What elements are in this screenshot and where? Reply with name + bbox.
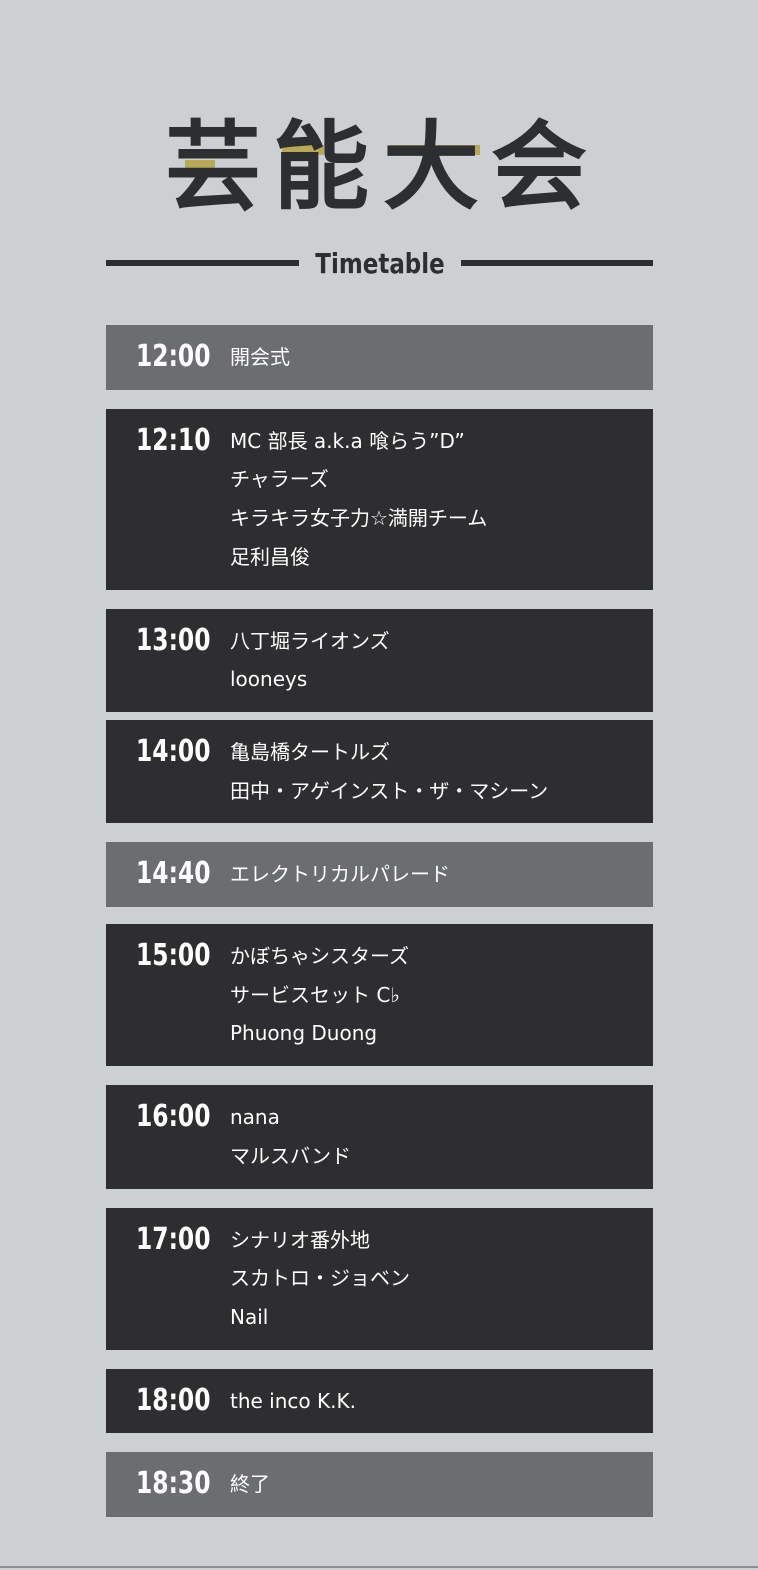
slot-time: 17:00 (136, 1221, 211, 1257)
bottom-divider (0, 1566, 758, 1568)
act-name: the inco K.K. (230, 1388, 356, 1413)
schedule-slot: 12:00 開会式 (106, 325, 653, 390)
slot-time: 18:00 (136, 1382, 211, 1418)
schedule-slot: 12:10 MC 部長 a.k.a 喰らう”D” チャラーズキラキラ女子力☆満開チー… (106, 408, 653, 590)
slot-time: 13:00 (136, 622, 211, 658)
act-list: nana マルスバンド (230, 1098, 653, 1175)
divider-left (106, 260, 299, 266)
act-name: 終了 (230, 1472, 270, 1497)
act-name: Nail (230, 1304, 269, 1329)
slot-time: 14:40 (136, 856, 211, 892)
schedule-slot: 17:00 シナリオ番外地スカトロ・ジョベン Nail (106, 1207, 653, 1350)
act-name: かぼちゃシスターズ (230, 944, 409, 969)
event-title: 芸 能 大 会 (0, 112, 758, 222)
act-name: 八丁堀ライオンズ (230, 628, 390, 653)
act-list: かぼちゃシスターズ サービスセット C♭ Phuong Duong (230, 937, 653, 1053)
act-name: シナリオ番外地 (230, 1227, 370, 1252)
act-name: MC 部長 a.k.a 喰らう”D” (230, 428, 465, 453)
slot-time: 12:10 (136, 422, 211, 458)
act-name: nana (230, 1105, 280, 1130)
act-name: エレクトリカルパレード (230, 862, 450, 887)
act-name: キラキラ女子力☆満開チーム (230, 506, 488, 531)
act-list: 終了 (230, 1465, 653, 1504)
act-name: Phuong Duong (230, 1021, 378, 1046)
slot-time: 15:00 (136, 938, 211, 974)
act-list: the inco K.K. (230, 1382, 653, 1421)
schedule-slot: 14:40 エレクトリカルパレード (106, 842, 653, 908)
act-name: looneys (230, 667, 308, 692)
title-char: 芸 (165, 110, 261, 223)
act-name: 足利昌俊 (230, 544, 310, 569)
title-char: 能 (273, 110, 369, 223)
act-list: エレクトリカルパレード (230, 855, 653, 894)
slot-time: 18:30 (136, 1466, 211, 1502)
slot-time: 14:00 (136, 733, 211, 769)
act-name: 亀島橋タートルズ (230, 739, 390, 764)
schedule-slot: 14:00 亀島橋タートルズ田中・アゲインスト・ザ・マシーン (106, 719, 653, 824)
act-list: 八丁堀ライオンズ looneys (230, 622, 653, 699)
schedule-slot: 13:00 八丁堀ライオンズ looneys (106, 608, 653, 712)
schedule-slot: 18:30 終了 (106, 1452, 653, 1518)
act-list: 開会式 (230, 338, 653, 377)
timetable: 12:00 開会式 12:10 MC 部長 a.k.a 喰らう”D” チャラーズキラキラ… (106, 325, 653, 1518)
slot-time: 16:00 (136, 1099, 211, 1135)
act-name: サービスセット C♭ (230, 982, 400, 1007)
slot-time: 12:00 (136, 339, 211, 374)
act-list: MC 部長 a.k.a 喰らう”D” チャラーズキラキラ女子力☆満開チーム 足利昌俊 (230, 422, 653, 577)
title-char: 大 (383, 110, 479, 223)
subtitle-row: Timetable (106, 246, 653, 282)
schedule-slot: 18:00 the inco K.K. (106, 1368, 653, 1434)
act-list: 亀島橋タートルズ田中・アゲインスト・ザ・マシーン (230, 733, 653, 810)
schedule-slot: 16:00 nana マルスバンド (106, 1085, 653, 1189)
title-char: 会 (491, 110, 587, 223)
act-name: 開会式 (230, 345, 290, 369)
act-list: シナリオ番外地スカトロ・ジョベン Nail (230, 1221, 653, 1337)
act-name: 田中・アゲインスト・ザ・マシーン (230, 778, 549, 803)
divider-right (461, 260, 653, 266)
schedule-slot: 15:00 かぼちゃシスターズ サービスセット C♭ Phuong Duong (106, 924, 653, 1067)
act-name: スカトロ・ジョベン (230, 1266, 410, 1291)
act-name: チャラーズ (230, 467, 329, 492)
act-name: マルスバンド (230, 1143, 351, 1168)
subtitle: Timetable (315, 247, 445, 280)
